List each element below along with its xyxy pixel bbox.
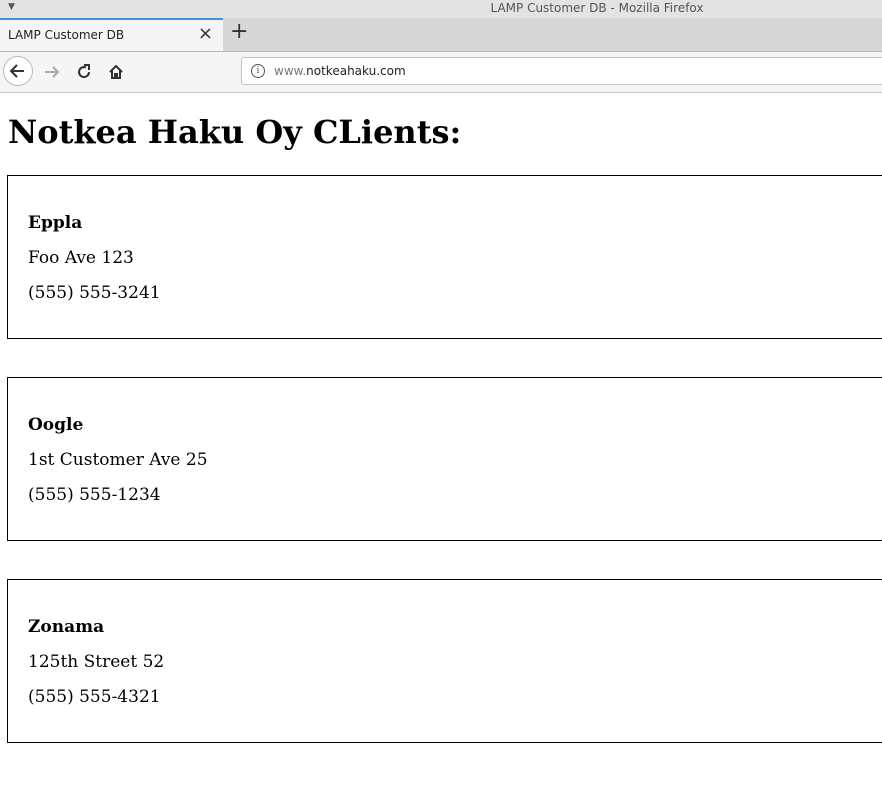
url-domain: notkeahaku.com <box>306 64 406 78</box>
client-address: Foo Ave 123 <box>28 248 134 268</box>
client-phone: (555) 555-1234 <box>28 485 161 505</box>
client-name: Oogle <box>28 415 84 435</box>
url-bar[interactable]: i www.notkeahaku.com <box>241 57 882 85</box>
close-icon[interactable]: × <box>198 23 213 44</box>
tab-active[interactable]: LAMP Customer DB × <box>0 18 223 51</box>
tab-bar: LAMP Customer DB × + <box>0 18 882 52</box>
info-icon[interactable]: i <box>251 64 265 78</box>
page-content: Notkea Haku Oy CLients: Eppla Foo Ave 12… <box>0 93 882 797</box>
client-address: 1st Customer Ave 25 <box>28 450 208 470</box>
back-arrow-icon[interactable] <box>3 56 33 86</box>
window-title: LAMP Customer DB - Mozilla Firefox <box>490 1 704 15</box>
reload-icon[interactable] <box>69 57 99 87</box>
client-name: Zonama <box>28 617 105 637</box>
tab-label: LAMP Customer DB <box>8 28 125 42</box>
client-address: 125th Street 52 <box>28 652 165 672</box>
client-name: Eppla <box>28 213 83 233</box>
home-icon[interactable] <box>101 57 131 87</box>
page-title: Notkea Haku Oy CLients: <box>8 113 462 151</box>
client-card: Eppla Foo Ave 123 (555) 555-3241 <box>7 175 882 339</box>
window-titlebar: ▼ LAMP Customer DB - Mozilla Firefox <box>0 0 882 18</box>
client-phone: (555) 555-3241 <box>28 283 161 303</box>
url-prefix: www. <box>274 64 307 78</box>
client-card: Zonama 125th Street 52 (555) 555-4321 <box>7 579 882 743</box>
navigation-toolbar: i www.notkeahaku.com <box>0 52 882 93</box>
client-card: Oogle 1st Customer Ave 25 (555) 555-1234 <box>7 377 882 541</box>
client-phone: (555) 555-4321 <box>28 687 161 707</box>
forward-arrow-icon[interactable] <box>37 57 67 87</box>
url-text: www.notkeahaku.com <box>274 64 406 78</box>
plus-icon[interactable]: + <box>230 19 248 44</box>
